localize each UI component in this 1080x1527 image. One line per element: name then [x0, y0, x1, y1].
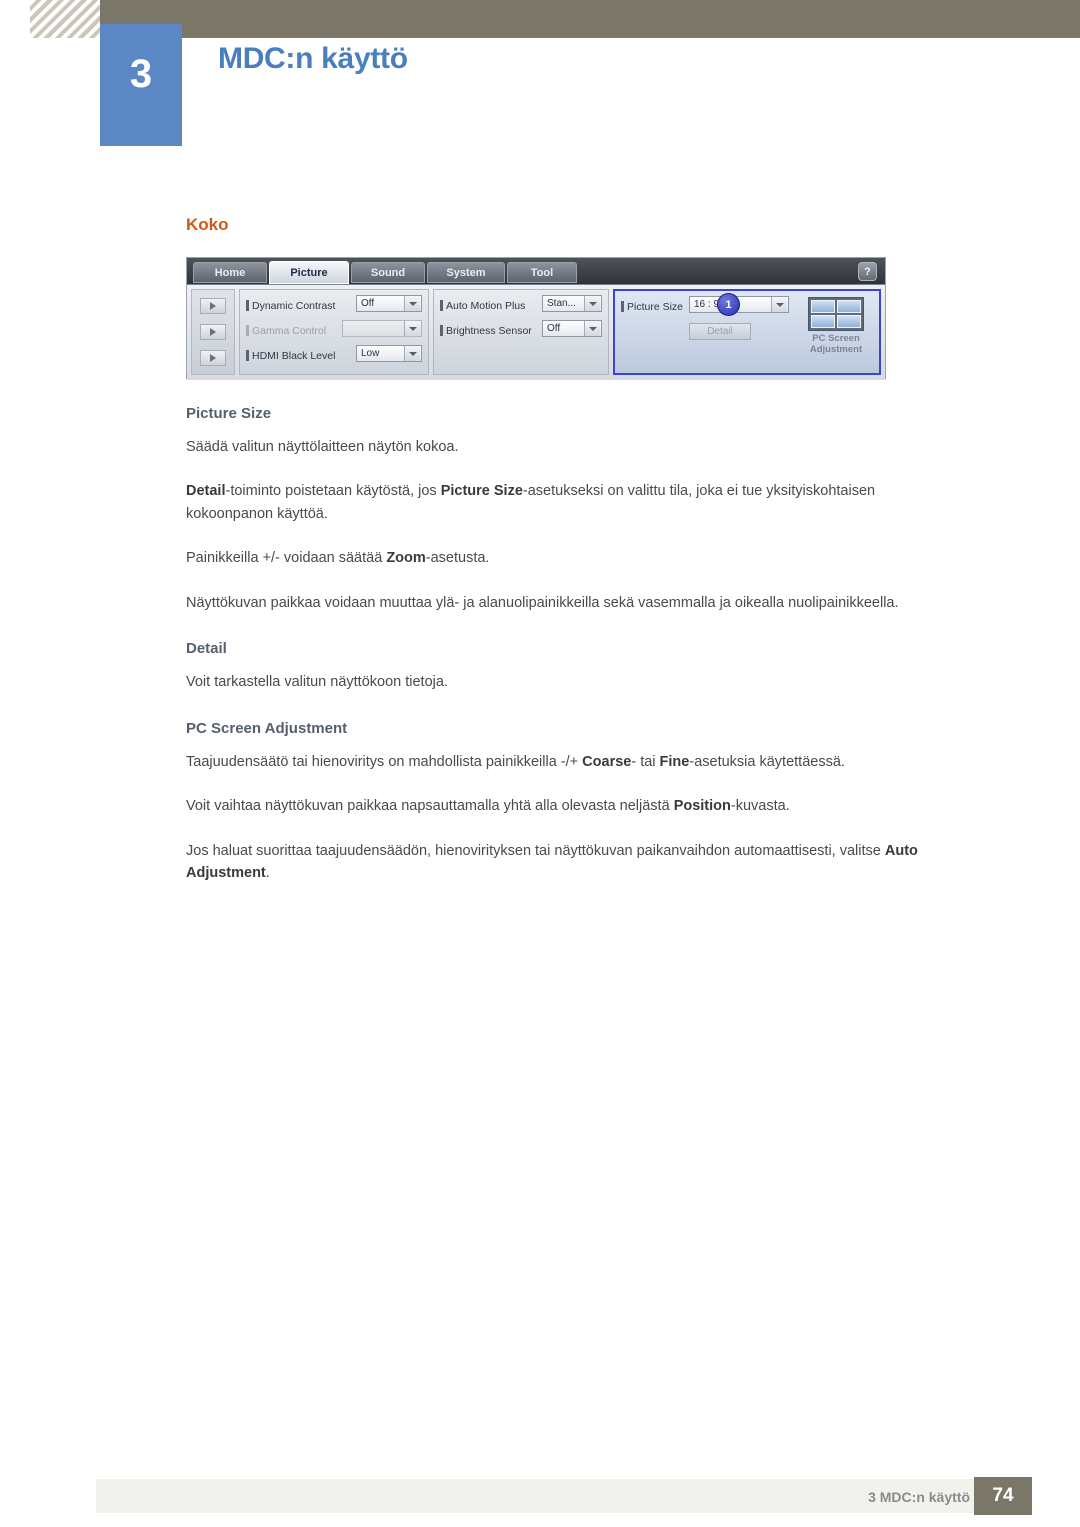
row-dynamic-contrast: Dynamic Contrast	[246, 296, 335, 315]
chevron-down-icon[interactable]	[404, 296, 420, 311]
chevron-down-icon[interactable]	[584, 296, 600, 311]
chevron-down-icon	[404, 321, 420, 336]
inline-text-3: Painikkeilla +/- voidaan säätää	[186, 550, 387, 567]
footer-bar	[96, 1479, 984, 1513]
mdc-group-picture-basic: Dynamic Contrast Off Gamma Control HDMI …	[239, 289, 429, 375]
combo-value-brightness-sensor: Off	[547, 323, 561, 334]
label-picture-size: Picture Size	[627, 300, 684, 313]
label-auto-motion-plus: Auto Motion Plus	[446, 299, 526, 312]
section-title: Koko	[186, 215, 229, 234]
page-footer: 3 MDC:n käyttö 74	[0, 1467, 1080, 1527]
chapter-number: 3	[129, 52, 153, 96]
inline-text-8: Voit vaihtaa näyttökuvan paikkaa napsaut…	[186, 798, 674, 815]
label-gamma-control: Gamma Control	[252, 324, 327, 337]
expand-arrow-icon-2[interactable]	[200, 324, 226, 340]
combo-brightness-sensor[interactable]: Off	[542, 320, 602, 337]
row-gamma-control: Gamma Control	[246, 321, 326, 340]
bullet-icon	[246, 350, 249, 361]
inline-text-6: - tai	[631, 753, 660, 770]
inline-bold-detail: Detail	[186, 483, 226, 500]
combo-hdmi-black-level[interactable]: Low	[356, 345, 422, 362]
inline-text-4: -asetusta.	[425, 550, 490, 567]
bullet-icon	[246, 300, 249, 311]
bullet-icon	[246, 325, 249, 336]
combo-value-hdmi-black-level: Low	[361, 348, 380, 359]
position-cell-bottom-left[interactable]	[811, 315, 835, 328]
row-brightness-sensor: Brightness Sensor	[440, 321, 532, 340]
combo-value-auto-motion-plus: Stan...	[547, 298, 576, 309]
inline-bold-picture-size: Picture Size	[440, 483, 523, 500]
position-cell-top-right[interactable]	[837, 300, 861, 313]
detail-button[interactable]: Detail	[689, 323, 751, 340]
inline-bold-position: Position	[673, 798, 731, 815]
inline-text-9: -kuvasta.	[730, 798, 790, 815]
combo-gamma-control	[342, 320, 422, 337]
inline-bold-zoom: Zoom	[386, 550, 426, 567]
tab-tool[interactable]: Tool	[507, 262, 577, 283]
heading-detail: Detail	[186, 640, 227, 658]
bullet-icon	[440, 300, 443, 311]
label-hdmi-black-level: HDMI Black Level	[252, 349, 336, 362]
footer-page-number: 74	[974, 1477, 1032, 1515]
label-dynamic-contrast: Dynamic Contrast	[252, 299, 336, 312]
chevron-down-icon[interactable]	[771, 297, 787, 312]
bullet-icon	[621, 301, 624, 312]
tab-home[interactable]: Home	[193, 262, 267, 283]
paragraph-arrow-keys: Näyttökuvan paikkaa voidaan muuttaa ylä-…	[186, 594, 899, 611]
inline-text-10: Jos haluat suorittaa taajuudensäädön, hi…	[186, 842, 885, 859]
position-cell-bottom-right[interactable]	[837, 315, 861, 328]
paragraph-position: Voit vaihtaa näyttökuvan paikkaa napsaut…	[186, 795, 926, 817]
paragraph-zoom: Painikkeilla +/- voidaan säätää Zoom-ase…	[186, 547, 926, 569]
callout-marker-1: 1	[717, 293, 740, 316]
mdc-group-picture-size: Picture Size 16 : 9 Detail PC Screen Adj…	[613, 289, 881, 375]
label-brightness-sensor: Brightness Sensor	[446, 324, 532, 337]
content-body: Koko Home Picture Sound System Tool ? Dy…	[186, 215, 926, 907]
chevron-down-icon[interactable]	[404, 346, 420, 361]
heading-pc-screen-adjustment: PC Screen Adjustment	[186, 719, 348, 737]
paragraph-auto-adjustment: Jos haluat suorittaa taajuudensäädön, hi…	[186, 840, 926, 885]
combo-value-picture-size: 16 : 9	[694, 299, 720, 310]
header-hatch-pattern	[30, 0, 100, 38]
paragraph-coarse-fine: Taajuudensäätö tai hienoviritys on mahdo…	[186, 751, 926, 773]
bullet-icon	[440, 325, 443, 336]
inline-bold-coarse: Coarse	[582, 753, 632, 770]
row-auto-motion-plus: Auto Motion Plus	[440, 296, 525, 315]
row-picture-size: Picture Size	[621, 297, 683, 316]
row-hdmi-black-level: HDMI Black Level	[246, 346, 335, 365]
tab-sound[interactable]: Sound	[351, 262, 425, 283]
tab-picture[interactable]: Picture	[269, 261, 349, 284]
paragraph-detail-disabled: Detail-toiminto poistetaan käytöstä, jos…	[186, 480, 926, 525]
chevron-down-icon[interactable]	[584, 321, 600, 336]
expand-arrow-icon-1[interactable]	[200, 298, 226, 314]
mdc-panel-body: Dynamic Contrast Off Gamma Control HDMI …	[187, 285, 885, 380]
combo-auto-motion-plus[interactable]: Stan...	[542, 295, 602, 312]
heading-picture-size: Picture Size	[186, 405, 272, 422]
header-white-block	[0, 0, 30, 38]
help-icon[interactable]: ?	[858, 262, 877, 281]
footer-chapter-label: 3 MDC:n käyttö	[868, 1489, 970, 1505]
inline-bold-fine: Fine	[659, 753, 690, 770]
mdc-screenshot-figure: Home Picture Sound System Tool ? Dynamic…	[186, 257, 886, 380]
paragraph-detail-desc: Voit tarkastella valitun näyttökoon tiet…	[186, 674, 448, 691]
mdc-group-picture-advanced: Auto Motion Plus Stan... Brightness Sens…	[433, 289, 609, 375]
expand-arrow-icon-3[interactable]	[200, 350, 226, 366]
position-grid-icon[interactable]	[808, 297, 864, 331]
mdc-arrow-column	[191, 289, 235, 375]
combo-dynamic-contrast[interactable]: Off	[356, 295, 422, 312]
paragraph-picture-size-desc: Säädä valitun näyttölaitteen näytön koko…	[186, 439, 459, 455]
inline-text-7: -asetuksia käytettäessä.	[689, 753, 845, 770]
chapter-number-badge: 3	[100, 24, 182, 146]
position-cell-top-left[interactable]	[811, 300, 835, 313]
pc-screen-adjustment-control[interactable]: PC Screen Adjustment	[799, 297, 873, 356]
tab-system[interactable]: System	[427, 262, 505, 283]
page-title: MDC:n käyttö	[218, 42, 408, 75]
inline-text-11: .	[265, 865, 270, 882]
combo-value-dynamic-contrast: Off	[361, 298, 375, 309]
inline-text-1: -toiminto poistetaan käytöstä, jos	[225, 483, 441, 500]
pc-screen-label-line2: Adjustment	[809, 343, 863, 355]
inline-text-5: Taajuudensäätö tai hienoviritys on mahdo…	[186, 753, 583, 770]
mdc-tab-bar: Home Picture Sound System Tool ?	[187, 258, 885, 285]
